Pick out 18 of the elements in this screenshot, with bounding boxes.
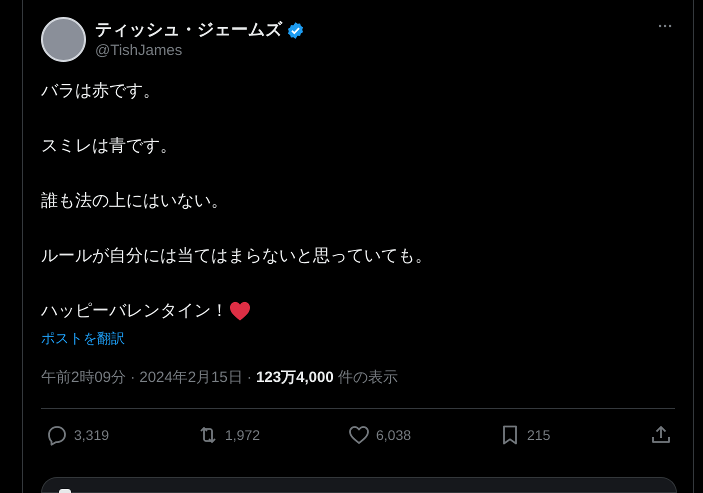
reply-button[interactable]: 3,319 <box>45 423 157 447</box>
post-text: バラは赤です。 <box>41 80 160 102</box>
more-button[interactable]: ··· <box>658 19 673 34</box>
repost-button[interactable]: 1,972 <box>196 423 308 447</box>
reply-icon <box>45 423 69 447</box>
post-text: スミレは青です。 <box>41 135 177 157</box>
bookmark-button[interactable]: 215 <box>498 423 610 447</box>
avatar[interactable] <box>41 17 86 62</box>
post-text: ハッピーバレンタイン！ <box>41 300 228 322</box>
like-button[interactable]: 6,038 <box>347 423 459 447</box>
post-text: 誰も法の上にはいない。 <box>41 190 228 212</box>
author-name[interactable]: ティッシュ・ジェームズ <box>95 19 282 41</box>
panel-icon <box>59 489 71 493</box>
author-handle[interactable]: @TishJames <box>95 41 658 61</box>
heart-icon <box>347 423 371 447</box>
post-text: ルールが自分には当てはまらないと思っていても。 <box>41 245 432 267</box>
translate-link[interactable]: ポストを翻訳 <box>41 328 125 348</box>
post-meta: 午前2時09分 · 2024年2月15日 · 123万4,000 件の表示 <box>41 368 399 388</box>
